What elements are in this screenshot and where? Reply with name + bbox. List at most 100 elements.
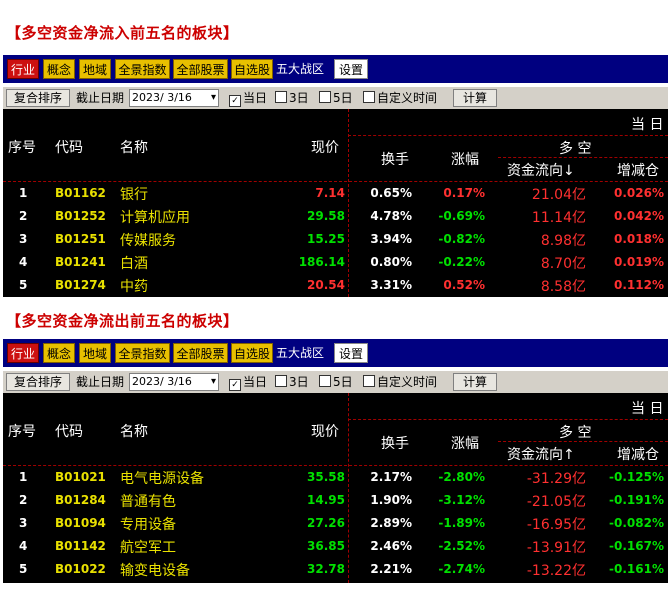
chevron-down-icon[interactable]: ▾: [211, 374, 216, 390]
table-row[interactable]: 3 B01094 专用设备 27.26 2.89% -1.89% -16.95亿 -0.082…: [3, 513, 668, 536]
row-code: B01021: [55, 470, 106, 484]
tab-industry[interactable]: 行业: [7, 59, 39, 79]
row-index: 4: [19, 539, 28, 553]
row-delta: -0.161%: [609, 562, 664, 576]
five-day-label: 5日: [333, 375, 353, 389]
options-bar: 复合排序 截止日期 2023/ 3/16 ▾ ✓ 当日 3日 5日 自定义时间 计…: [3, 87, 668, 109]
col-name: 名称: [120, 140, 148, 156]
row-index: 3: [19, 516, 28, 530]
row-delta: -0.191%: [609, 493, 664, 507]
table-row[interactable]: 1 B01021 电气电源设备 35.58 2.17% -2.80% -31.29亿 -0.1…: [3, 467, 668, 490]
five-day-checkbox[interactable]: 5日: [319, 374, 353, 390]
five-day-checkbox[interactable]: 5日: [319, 90, 353, 106]
table-row[interactable]: 2 B01252 计算机应用 29.58 4.78% -0.69% 11.14亿 0.042%: [3, 206, 668, 229]
section-title: 【多空资金净流入前五名的板块】: [6, 24, 239, 42]
row-flow: 21.04亿: [531, 187, 586, 203]
table-row[interactable]: 2 B01284 普通有色 14.95 1.90% -3.12% -21.05亿 -0.191…: [3, 490, 668, 513]
col-change: 涨幅: [451, 436, 479, 452]
row-price: 186.14: [298, 255, 345, 269]
tab-all-index[interactable]: 全景指数: [115, 343, 170, 363]
row-flow: -31.29亿: [526, 471, 586, 487]
row-flow: -13.22亿: [526, 563, 586, 579]
period-header: 当 日: [631, 117, 664, 133]
col-flow[interactable]: 资金流向↓: [507, 160, 575, 180]
row-turnover: 0.80%: [370, 255, 412, 269]
row-change: -0.82%: [438, 232, 485, 246]
row-price: 20.54: [307, 278, 345, 292]
today-checkbox[interactable]: ✓ 当日: [229, 90, 267, 107]
tab-concept[interactable]: 概念: [43, 343, 75, 363]
col-turnover: 换手: [381, 436, 409, 452]
tab-five-zones[interactable]: 五大战区: [276, 59, 324, 79]
date-picker[interactable]: 2023/ 3/16 ▾: [129, 373, 219, 391]
col-flow[interactable]: 资金流向↑: [507, 444, 575, 464]
row-code: B01284: [55, 493, 106, 507]
composite-sort-button[interactable]: 复合排序: [6, 89, 70, 107]
options-bar: 复合排序 截止日期 2023/ 3/16 ▾ ✓ 当日 3日 5日 自定义时间 计…: [3, 371, 668, 393]
checkbox-icon: [275, 91, 287, 103]
tab-region[interactable]: 地域: [79, 59, 111, 79]
col-code: 代码: [55, 424, 83, 440]
row-flow: 11.14亿: [531, 210, 586, 226]
custom-time-label: 自定义时间: [377, 91, 438, 105]
tab-watchlist[interactable]: 自选股: [231, 343, 273, 363]
chevron-down-icon[interactable]: ▾: [211, 90, 216, 106]
today-label: 当日: [243, 91, 268, 105]
row-name: 中药: [120, 279, 148, 295]
tab-all-stocks[interactable]: 全部股票: [173, 59, 228, 79]
col-idx: 序号: [8, 140, 36, 156]
custom-time-checkbox[interactable]: 自定义时间: [363, 374, 437, 390]
category-toolbar: 行业 概念 地域 全景指数 全部股票 自选股 五大战区 设置: [3, 339, 668, 367]
row-price: 7.14: [315, 186, 345, 200]
table-row[interactable]: 4 B01142 航空军工 36.85 2.46% -2.52% -13.91亿 -0.167…: [3, 536, 668, 559]
row-index: 2: [19, 209, 28, 223]
settings-button[interactable]: 设置: [334, 343, 368, 363]
table-row[interactable]: 5 B01274 中药 20.54 3.31% 0.52% 8.58亿 0.112%: [3, 275, 668, 297]
outflow-table: 当 日 序号 代码 名称 现价 换手 涨幅 多 空 资金流向↑ 增减仓 1 B01…: [3, 393, 668, 583]
row-code: B01274: [55, 278, 106, 292]
today-checkbox[interactable]: ✓ 当日: [229, 374, 267, 391]
col-code: 代码: [55, 140, 83, 156]
row-delta: 0.018%: [614, 232, 664, 246]
tab-all-index[interactable]: 全景指数: [115, 59, 170, 79]
date-picker[interactable]: 2023/ 3/16 ▾: [129, 89, 219, 107]
table-row[interactable]: 5 B01022 输变电设备 32.78 2.21% -2.74% -13.22亿 -0.16…: [3, 559, 668, 582]
row-name: 电气电源设备: [120, 471, 204, 487]
calculate-button[interactable]: 计算: [453, 373, 497, 391]
tab-watchlist[interactable]: 自选股: [231, 59, 273, 79]
tab-region[interactable]: 地域: [79, 343, 111, 363]
row-turnover: 3.31%: [370, 278, 412, 292]
date-value: 2023/ 3/16: [132, 375, 192, 388]
tab-all-stocks[interactable]: 全部股票: [173, 343, 228, 363]
three-day-checkbox[interactable]: 3日: [275, 90, 309, 106]
calculate-button[interactable]: 计算: [453, 89, 497, 107]
row-index: 4: [19, 255, 28, 269]
row-change: -2.80%: [438, 470, 485, 484]
col-turnover: 换手: [381, 152, 409, 168]
composite-sort-button[interactable]: 复合排序: [6, 373, 70, 391]
tab-concept[interactable]: 概念: [43, 59, 75, 79]
table-row[interactable]: 3 B01251 传媒服务 15.25 3.94% -0.82% 8.98亿 0.018%: [3, 229, 668, 252]
table-row[interactable]: 1 B01162 银行 7.14 0.65% 0.17% 21.04亿 0.026%: [3, 183, 668, 206]
tab-industry[interactable]: 行业: [7, 343, 39, 363]
three-day-label: 3日: [289, 375, 309, 389]
custom-time-checkbox[interactable]: 自定义时间: [363, 90, 437, 106]
tab-five-zones[interactable]: 五大战区: [276, 343, 324, 363]
settings-button[interactable]: 设置: [334, 59, 368, 79]
row-code: B01251: [55, 232, 106, 246]
three-day-checkbox[interactable]: 3日: [275, 374, 309, 390]
row-turnover: 2.17%: [370, 470, 412, 484]
col-change: 涨幅: [451, 152, 479, 168]
row-turnover: 4.78%: [370, 209, 412, 223]
row-index: 3: [19, 232, 28, 246]
row-delta: 0.026%: [614, 186, 664, 200]
row-change: -0.69%: [438, 209, 485, 223]
end-date-label: 截止日期: [76, 91, 125, 105]
row-name: 传媒服务: [120, 233, 176, 249]
longshort-header: 多 空: [559, 425, 592, 441]
col-idx: 序号: [8, 424, 36, 440]
row-delta: 0.042%: [614, 209, 664, 223]
row-name: 银行: [120, 187, 148, 203]
table-row[interactable]: 4 B01241 白酒 186.14 0.80% -0.22% 8.70亿 0.019%: [3, 252, 668, 275]
row-index: 1: [19, 186, 28, 200]
